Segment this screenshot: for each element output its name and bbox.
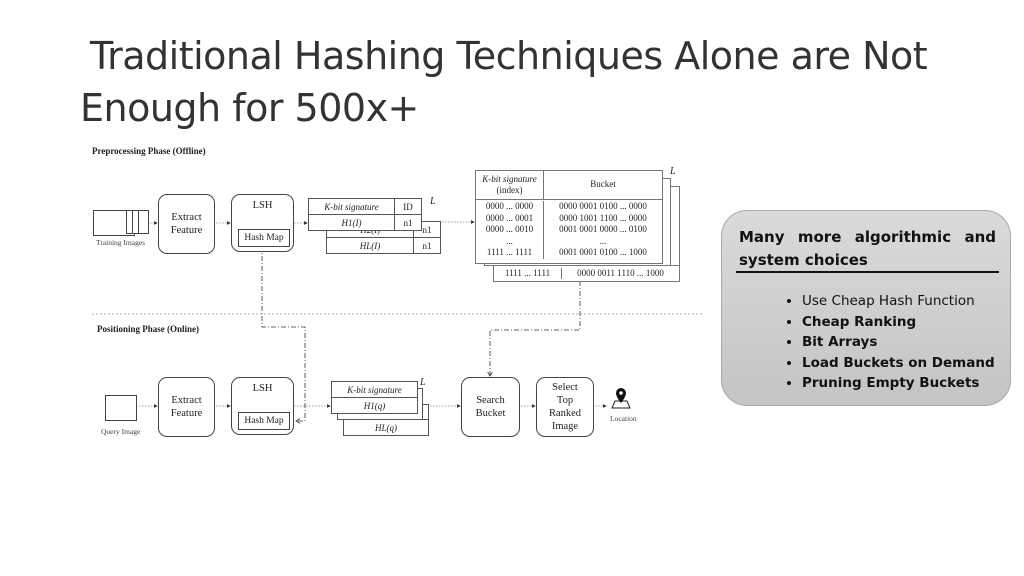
label: Extract xyxy=(171,212,202,223)
bucket-column: 0000 0001 0100 ... 0000 0000 1001 1100 ..… xyxy=(544,201,662,259)
cell: HL(q) xyxy=(375,422,397,433)
bucket-cell: ... xyxy=(599,235,607,246)
header: K-bit signature xyxy=(482,173,537,184)
l-label: L xyxy=(420,377,426,388)
select-top-ranked-box: Select Top Ranked Image xyxy=(536,377,594,437)
label: Feature xyxy=(170,408,203,419)
key-cell: 0000 ... 0001 xyxy=(485,212,534,223)
bucket-link xyxy=(490,281,581,376)
header: Bucket xyxy=(590,179,616,190)
header: (index) xyxy=(496,185,523,195)
divider xyxy=(736,271,999,273)
l-label: L xyxy=(430,196,436,207)
hash-map-box-online: Hash Map xyxy=(238,412,290,430)
query-image-label: Query Image xyxy=(101,427,141,436)
header: K-bit signature xyxy=(324,201,379,212)
choice-item: Pruning Empty Buckets xyxy=(802,373,995,394)
label: Ranked xyxy=(548,408,582,419)
label: Feature xyxy=(170,225,203,236)
lsh-label: LSH xyxy=(252,200,273,211)
query-signature-table: K-bit signature H1(q) xyxy=(331,381,418,414)
cell: 0000 0011 1110 ... 1000 xyxy=(577,267,664,278)
panel-heading: Many more algorithmic and system choices xyxy=(739,228,996,269)
header: K-bit signature xyxy=(347,384,402,395)
choices-list: Use Cheap Hash FunctionCheap RankingBit … xyxy=(778,291,995,394)
choice-item: Load Buckets on Demand xyxy=(802,353,995,374)
choices-panel: Many more algorithmic and system choices… xyxy=(721,210,1011,406)
label: Search xyxy=(476,395,505,406)
bucket-table: K-bit signature (index) Bucket 0000 ... 00… xyxy=(475,170,663,264)
extract-feature-box-online: Extract Feature xyxy=(158,377,215,437)
key-cell: 0000 ... 0010 xyxy=(485,224,534,234)
training-images-label: Training Images xyxy=(96,238,146,247)
hash-map-box: Hash Map xyxy=(238,229,290,247)
label: Select xyxy=(552,382,578,393)
query-image-icon xyxy=(105,395,137,421)
key-cell: 0000 ... 0000 xyxy=(485,201,534,211)
cell: n1 xyxy=(403,217,413,228)
label: Top xyxy=(556,395,574,406)
lsh-label: LSH xyxy=(252,383,273,394)
bucket-cell: 0000 1001 1100 ... 0000 xyxy=(559,212,647,223)
bucket-cell: 0000 0001 0100 ... 0000 xyxy=(559,201,647,211)
extract-feature-box: Extract Feature xyxy=(158,194,215,254)
bucket-cell: 0001 0001 0000 ... 0100 xyxy=(559,224,647,234)
key-cell: ... xyxy=(506,235,513,246)
label: Image xyxy=(551,421,579,432)
cell: H1(I) xyxy=(341,217,362,228)
l-label: L xyxy=(670,166,676,177)
cell: 1111 ... 1111 xyxy=(494,267,562,279)
cell: H1(q) xyxy=(363,400,386,411)
bucket-cell: 0001 0001 0100 ... 1000 xyxy=(559,247,647,257)
location-pin-icon xyxy=(611,388,631,409)
location-label: Location xyxy=(610,414,637,423)
choice-item: Cheap Ranking xyxy=(802,312,995,333)
search-bucket-box: Search Bucket xyxy=(461,377,520,437)
label: Extract xyxy=(171,395,202,406)
choice-item: Use Cheap Hash Function xyxy=(802,291,995,312)
signature-table: K-bit signature ID H1(I) n1 xyxy=(308,198,422,231)
key-cell: 1111 ... 1111 xyxy=(486,247,533,257)
header: ID xyxy=(403,201,413,212)
label: Bucket xyxy=(475,408,506,419)
online-phase-label: Positioning Phase (Online) xyxy=(97,324,200,334)
choice-item: Bit Arrays xyxy=(802,332,995,353)
cell: n1 xyxy=(422,240,432,251)
offline-phase-label: Preprocessing Phase (Offline) xyxy=(92,146,206,156)
key-column: 0000 ... 0000 0000 ... 0001 0000 ... 0010.… xyxy=(476,201,544,259)
cell: HL(I) xyxy=(359,240,381,251)
slide: Traditional Hashing Techniques Alone are… xyxy=(0,0,1024,576)
